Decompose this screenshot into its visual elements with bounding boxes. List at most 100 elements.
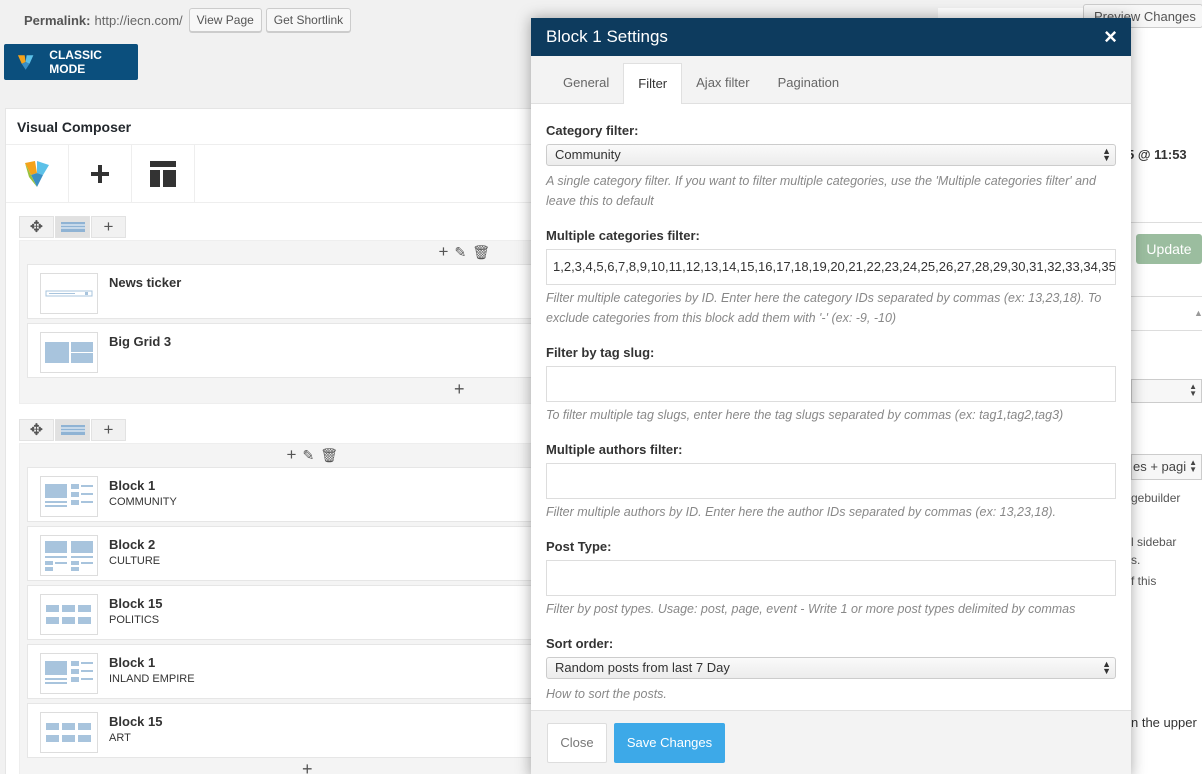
row-layout-button[interactable]: [55, 419, 90, 441]
multiple-categories-input[interactable]: 1,2,3,4,5,6,7,8,9,10,11,12,13,14,15,16,1…: [546, 249, 1116, 285]
templates-button[interactable]: [132, 145, 195, 203]
modal-footer: Close Save Changes: [531, 710, 1131, 774]
close-icon[interactable]: ×: [1104, 26, 1117, 48]
category-filter-select[interactable]: Community ▲ ▼: [546, 144, 1116, 166]
block-thumbnail: [40, 594, 98, 635]
post-type-field: Post Type: Filter by post types. Usage: …: [546, 539, 1116, 616]
add-column-button[interactable]: +: [91, 216, 126, 238]
element-category: ART: [109, 732, 131, 744]
tag-slug-field: Filter by tag slug: To filter multiple t…: [546, 345, 1116, 422]
classic-mode-button[interactable]: CLASSIC MODE: [4, 44, 138, 80]
sidebar-select[interactable]: ▲ ▼: [1131, 379, 1202, 403]
collapse-arrow-icon[interactable]: ▲: [1194, 308, 1202, 318]
multiple-categories-field: Multiple categories filter: 1,2,3,4,5,6,…: [546, 228, 1116, 325]
permalink-url[interactable]: http://iecn.com/: [94, 13, 182, 28]
element-name: Block 15: [109, 714, 163, 729]
category-filter-help: A single category filter. If you want to…: [546, 174, 1096, 208]
authors-label: Multiple authors filter:: [546, 442, 683, 457]
publish-date: 5 @ 11:53: [1127, 147, 1187, 162]
move-row-button[interactable]: ✥: [19, 419, 54, 441]
sidebar-text: s.: [1131, 553, 1141, 567]
tab-general[interactable]: General: [549, 63, 623, 103]
add-element-button[interactable]: [69, 145, 132, 203]
add-icon[interactable]: +: [439, 242, 449, 262]
sidebar-text: gebuilder: [1131, 491, 1181, 505]
sidebar-text: l sidebar: [1131, 535, 1177, 549]
layout-icon: [150, 161, 176, 187]
vc-logo-icon: [17, 55, 34, 70]
modal-tabs: General Filter Ajax filter Pagination: [531, 56, 1131, 104]
view-page-button[interactable]: View Page: [188, 8, 262, 32]
sidebar-text: f this: [1131, 574, 1157, 588]
move-row-button[interactable]: ✥: [19, 216, 54, 238]
tab-ajax-filter[interactable]: Ajax filter: [682, 63, 763, 103]
post-type-help: Filter by post types. Usage: post, page,…: [546, 602, 1076, 616]
element-category: CULTURE: [109, 555, 161, 567]
close-button[interactable]: Close: [547, 723, 607, 763]
select-arrows-icon: ▲ ▼: [1189, 458, 1197, 474]
sort-order-select[interactable]: Random posts from last 7 Day ▲ ▼: [546, 657, 1116, 679]
element-block-2[interactable]: Block 2 CULTURE: [27, 526, 537, 581]
select-arrows-icon: ▲ ▼: [1102, 146, 1111, 163]
element-block-15[interactable]: Block 15 POLITICS: [27, 585, 537, 640]
element-block-1[interactable]: Block 1 COMMUNITY: [27, 467, 537, 522]
row-controls: ✥ +: [19, 419, 127, 441]
column-tools: + ✎ 🗑: [20, 241, 538, 263]
element-big-grid[interactable]: Big Grid 3: [27, 323, 537, 378]
permalink-label: Permalink:: [24, 12, 91, 28]
get-shortlink-button[interactable]: Get Shortlink: [265, 8, 352, 32]
tag-slug-input[interactable]: [546, 366, 1116, 402]
block-thumbnail: [40, 476, 98, 517]
block-thumbnail: [40, 535, 98, 576]
vc-title: Visual Composer: [6, 109, 544, 145]
column-tools: + ✎ 🗑: [20, 444, 538, 466]
save-changes-button[interactable]: Save Changes: [614, 723, 725, 763]
permalink-bar: Permalink: http://iecn.com/ View Page Ge…: [24, 8, 355, 32]
add-icon[interactable]: +: [287, 445, 297, 465]
edit-pencil-icon[interactable]: ✎: [302, 447, 314, 464]
vc-toolbar: [6, 145, 544, 203]
element-name: News ticker: [109, 275, 182, 290]
block-thumbnail: [40, 653, 98, 694]
tab-filter[interactable]: Filter: [623, 63, 683, 104]
element-name: Block 1: [109, 655, 156, 670]
plus-icon: +: [103, 420, 114, 439]
add-element-plus-icon[interactable]: +: [454, 380, 468, 398]
edit-pencil-icon[interactable]: ✎: [454, 244, 466, 261]
row-layout-icon: [60, 425, 85, 435]
trash-icon[interactable]: 🗑: [320, 447, 338, 464]
post-type-input[interactable]: [546, 560, 1116, 596]
element-news-ticker[interactable]: News ticker: [27, 264, 537, 319]
add-column-button[interactable]: +: [91, 419, 126, 441]
modal-header: Block 1 Settings ×: [531, 18, 1131, 56]
move-icon: ✥: [29, 422, 44, 439]
element-category: POLITICS: [109, 614, 160, 626]
divider: [1131, 222, 1202, 223]
vc-logo-icon: [25, 161, 49, 187]
row-layout-button[interactable]: [55, 216, 90, 238]
select-arrows-icon: ▲ ▼: [1102, 659, 1111, 676]
plus-icon: +: [103, 217, 114, 236]
authors-help: Filter multiple authors by ID. Enter her…: [546, 505, 1056, 519]
sort-order-label: Sort order:: [546, 636, 614, 651]
tab-pagination[interactable]: Pagination: [764, 63, 853, 103]
element-name: Block 2: [109, 537, 156, 552]
sort-order-help: How to sort the posts.: [546, 687, 667, 701]
add-element-plus-icon[interactable]: +: [302, 760, 316, 774]
sidebar-select-2[interactable]: es + pagi ▲ ▼: [1131, 454, 1202, 480]
update-button[interactable]: Update: [1136, 234, 1202, 264]
sidebar-text: n the upper: [1131, 715, 1197, 730]
tag-slug-help: To filter multiple tag slugs, enter here…: [546, 408, 1064, 422]
element-block-15[interactable]: Block 15 ART: [27, 703, 537, 758]
element-category: COMMUNITY: [109, 496, 177, 508]
category-filter-value: Community: [555, 147, 621, 162]
category-filter-label: Category filter:: [546, 123, 639, 138]
vc-logo-button[interactable]: [6, 145, 69, 203]
element-name: Block 15: [109, 596, 163, 611]
category-filter-field: Category filter: Community ▲ ▼ A single c…: [546, 123, 1116, 208]
authors-input[interactable]: [546, 463, 1116, 499]
block-settings-modal: Block 1 Settings × General Filter Ajax f…: [531, 18, 1131, 774]
element-block-1[interactable]: Block 1 INLAND EMPIRE: [27, 644, 537, 699]
trash-icon[interactable]: 🗑: [472, 244, 490, 261]
block-thumbnail: [40, 712, 98, 753]
